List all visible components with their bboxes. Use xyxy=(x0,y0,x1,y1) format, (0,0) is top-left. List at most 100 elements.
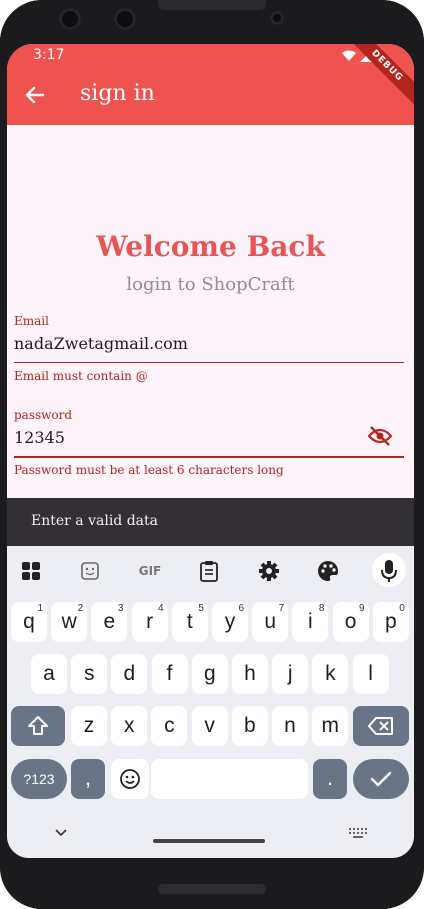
camera-left xyxy=(59,8,81,30)
key-label: a xyxy=(43,662,55,685)
done-key[interactable] xyxy=(353,759,409,799)
key-hint: 8 xyxy=(318,603,325,614)
mic-icon xyxy=(381,560,397,582)
front-camera xyxy=(270,11,284,25)
wifi-icon xyxy=(342,50,356,61)
key-label: b xyxy=(243,714,256,737)
keyboard-toolbar: GIF xyxy=(7,546,414,596)
email-underline xyxy=(14,362,404,363)
bottom-speaker xyxy=(158,884,266,894)
settings-icon[interactable] xyxy=(257,559,281,583)
key-h[interactable]: h xyxy=(232,654,268,694)
key-label: m xyxy=(321,714,339,737)
key-label: s xyxy=(83,662,95,685)
password-field[interactable]: password 12345 Password must be at least… xyxy=(14,408,404,483)
backspace-icon xyxy=(368,717,393,735)
key-o[interactable]: o9 xyxy=(332,602,369,642)
email-input[interactable]: nadaZwetagmail.com xyxy=(14,334,404,353)
email-label: Email xyxy=(14,314,49,328)
key-d[interactable]: d xyxy=(111,654,148,694)
key-label: o xyxy=(344,610,357,633)
key-label: f xyxy=(166,662,173,685)
key-j[interactable]: j xyxy=(272,654,309,694)
key-m[interactable]: m xyxy=(312,706,349,746)
key-y[interactable]: y6 xyxy=(212,602,248,642)
symbols-key[interactable]: ?123 xyxy=(11,759,67,799)
key-hint: 4 xyxy=(158,603,164,614)
emoji-key[interactable] xyxy=(111,759,149,799)
key-s[interactable]: s xyxy=(71,654,108,694)
key-label: w xyxy=(61,610,77,633)
key-label: v xyxy=(204,714,215,737)
phone-frame: 3:17 sign in DEBUG Welcome Back login to… xyxy=(0,0,424,909)
status-time: 3:17 xyxy=(33,47,65,63)
comma-key[interactable]: , xyxy=(71,759,105,799)
key-z[interactable]: z xyxy=(71,706,107,746)
backspace-key[interactable] xyxy=(353,706,409,746)
key-t[interactable]: t5 xyxy=(171,602,208,642)
gif-button[interactable]: GIF xyxy=(135,559,165,583)
key-v[interactable]: v xyxy=(191,706,228,746)
chevron-down-icon[interactable] xyxy=(55,829,67,837)
top-bezel xyxy=(0,0,424,44)
key-f[interactable]: f xyxy=(151,654,188,694)
earpiece xyxy=(158,0,266,10)
key-e[interactable]: e3 xyxy=(91,602,128,642)
key-label: h xyxy=(244,662,256,685)
key-label: l xyxy=(368,662,373,685)
key-label: g xyxy=(203,662,216,685)
key-b[interactable]: b xyxy=(231,706,268,746)
nav-bar xyxy=(7,812,414,858)
welcome-subtitle: login to ShopCraft xyxy=(126,274,295,295)
key-label: p xyxy=(384,610,397,633)
key-a[interactable]: a xyxy=(31,654,67,694)
password-underline xyxy=(14,456,404,458)
key-g[interactable]: g xyxy=(191,654,228,694)
keyboard-switch-icon[interactable] xyxy=(349,828,367,838)
space-bar[interactable] xyxy=(151,759,308,799)
key-label: r xyxy=(146,610,154,633)
key-hint: 3 xyxy=(117,603,124,614)
status-bar: 3:17 xyxy=(7,44,414,69)
screen: 3:17 sign in DEBUG Welcome Back login to… xyxy=(7,44,414,858)
key-hint: 5 xyxy=(198,603,204,614)
key-k[interactable]: k xyxy=(312,654,349,694)
apps-icon[interactable] xyxy=(19,559,43,583)
visibility-off-icon[interactable] xyxy=(367,426,393,450)
camera-right xyxy=(114,8,136,30)
gesture-handle xyxy=(153,839,265,843)
key-label: i xyxy=(308,610,313,633)
clipboard-icon[interactable] xyxy=(197,559,221,583)
key-c[interactable]: c xyxy=(151,706,188,746)
back-arrow-icon[interactable] xyxy=(25,85,45,109)
shift-key[interactable] xyxy=(11,706,65,746)
key-w[interactable]: w2 xyxy=(51,602,88,642)
key-hint: 9 xyxy=(359,603,365,614)
welcome-heading: Welcome Back xyxy=(96,230,325,263)
key-x[interactable]: x xyxy=(111,706,148,746)
key-label: x xyxy=(123,714,135,737)
period-key[interactable]: . xyxy=(313,759,347,799)
key-label: u xyxy=(264,610,277,633)
email-field[interactable]: Email nadaZwetagmail.com Email must cont… xyxy=(14,314,404,389)
mic-button[interactable] xyxy=(372,553,406,587)
shift-icon xyxy=(28,716,48,735)
sticker-icon[interactable] xyxy=(78,559,102,583)
app-bar: sign in xyxy=(7,69,414,125)
key-q[interactable]: q1 xyxy=(11,602,47,642)
key-p[interactable]: p0 xyxy=(372,602,409,642)
password-input[interactable]: 12345 xyxy=(14,428,404,447)
key-r[interactable]: r4 xyxy=(131,602,168,642)
palette-icon[interactable] xyxy=(316,559,340,583)
key-l[interactable]: l xyxy=(352,654,389,694)
key-n[interactable]: n xyxy=(272,706,308,746)
key-u[interactable]: u7 xyxy=(252,602,289,642)
key-i[interactable]: i8 xyxy=(292,602,329,642)
key-label: d xyxy=(123,662,136,685)
key-label: j xyxy=(287,662,293,685)
snackbar-message: Enter a valid data xyxy=(31,513,158,529)
bottom-bezel xyxy=(0,858,424,909)
key-label: k xyxy=(325,662,336,685)
key-hint: 1 xyxy=(37,603,43,614)
email-error: Email must contain @ xyxy=(14,369,148,383)
